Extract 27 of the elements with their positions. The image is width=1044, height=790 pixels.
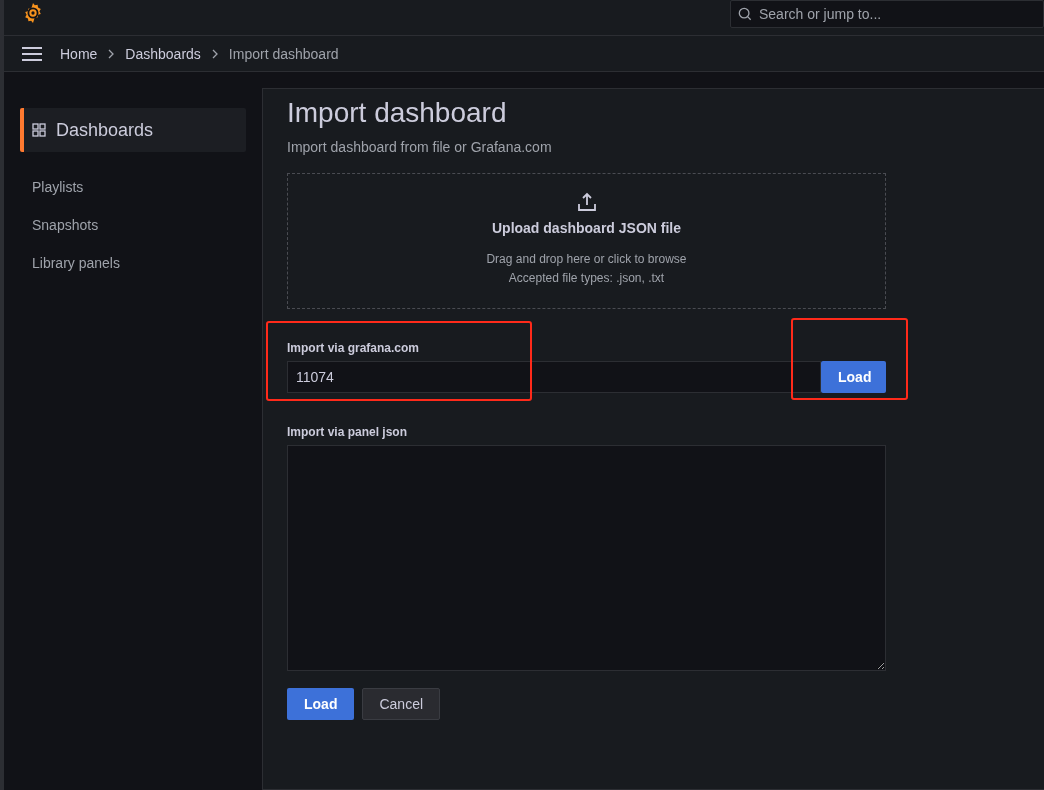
field-label: Import via panel json	[287, 425, 409, 439]
sidebar-item[interactable]: Dashboards	[20, 108, 246, 152]
chevron-icon	[210, 48, 219, 59]
search-icon	[738, 6, 752, 21]
dropzone-hint: Drag and drop here or click to browse	[486, 251, 687, 268]
cancel-button[interactable]: Cancel	[362, 688, 441, 720]
breadcrumb-link[interactable]: Home	[60, 45, 98, 62]
load-button[interactable]: Load	[821, 361, 886, 393]
menu-icon[interactable]	[22, 46, 42, 61]
grid-icon	[32, 123, 46, 137]
file-types-note: Accepted file types: .json, .txt	[508, 270, 665, 287]
upload-icon	[576, 192, 597, 212]
field-label: Import via grafana.com	[287, 341, 421, 355]
page-title: Import dashboard	[287, 97, 508, 129]
dropzone-title: Upload dashboard JSON file	[492, 220, 681, 236]
file-dropzone[interactable]: Upload dashboard JSON file Drag and drop here or click to browse Accepted file types: .json, .txt	[287, 173, 886, 309]
load-button[interactable]: Load	[287, 688, 355, 720]
search-field[interactable]: Search or jump to...	[730, 0, 1044, 28]
sidebar-item[interactable]: Snapshots	[20, 206, 246, 244]
page-subtitle: Import dashboard from file or Grafana.com	[287, 139, 553, 155]
logo-icon[interactable]	[22, 1, 44, 24]
chevron-icon	[107, 48, 116, 59]
breadcrumb-link[interactable]: Import dashboard	[228, 45, 339, 62]
input-field[interactable]: 11074	[287, 361, 821, 393]
breadcrumb-link[interactable]: Dashboards	[125, 45, 201, 62]
sidebar-item[interactable]: Library panels	[20, 244, 246, 282]
sidebar-item[interactable]: Playlists	[20, 168, 246, 206]
